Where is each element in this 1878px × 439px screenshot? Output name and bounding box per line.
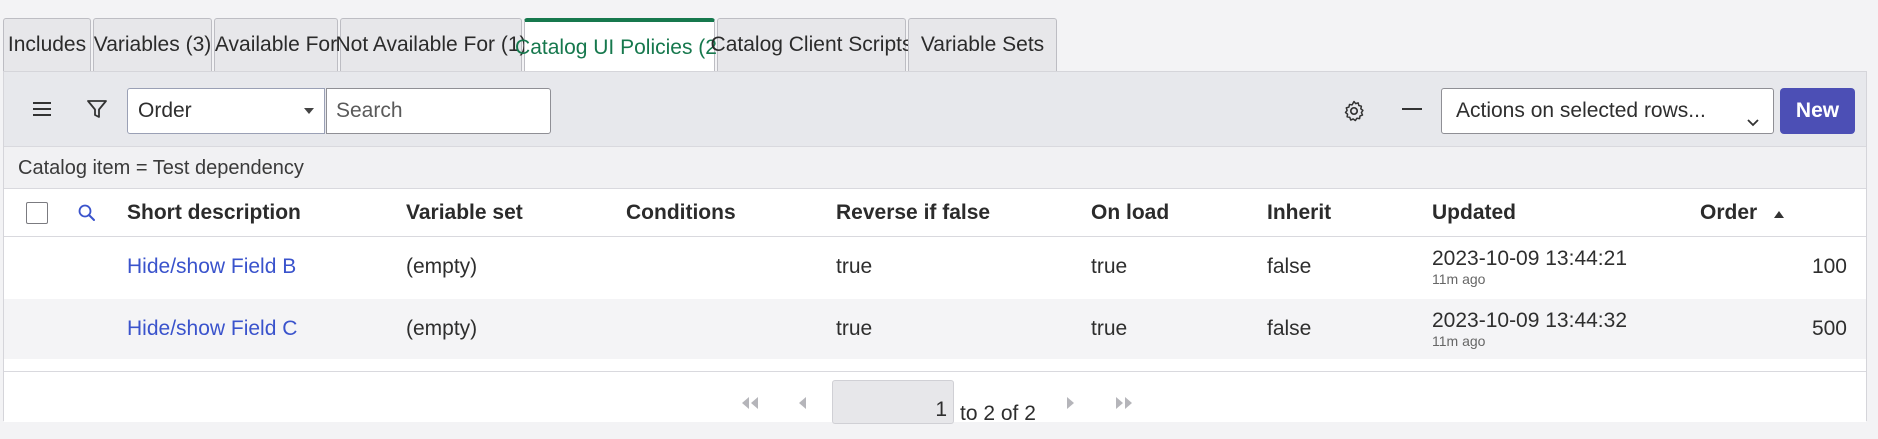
pagination-range-text: to 2 of 2: [960, 402, 1036, 425]
collapse-icon[interactable]: [1395, 92, 1429, 126]
tab-catalog-client-scripts[interactable]: Catalog Client Scripts: [711, 18, 912, 71]
variable-set-cell: (empty): [406, 255, 478, 278]
tab-variables[interactable]: Variables (3): [93, 18, 212, 71]
table-row: Hide/show Field C (empty) true true fals…: [4, 299, 1866, 359]
list-panel: Order Actions on selected rows... New Ca…: [3, 71, 1867, 425]
updated-relative-time: 11m ago: [1432, 333, 1486, 349]
tab-not-available-for[interactable]: Not Available For (1): [335, 18, 527, 71]
column-header-inherit[interactable]: Inherit: [1267, 190, 1331, 236]
reverse-if-false-cell: true: [836, 255, 873, 278]
variable-set-cell: (empty): [406, 317, 478, 340]
list-toolbar: Order Actions on selected rows... New: [4, 72, 1866, 147]
table-row: Hide/show Field B (empty) true true fals…: [4, 237, 1866, 297]
last-page-icon[interactable]: [1114, 396, 1134, 415]
column-header-order[interactable]: Order: [1700, 190, 1785, 236]
short-description-link[interactable]: Hide/show Field B: [127, 237, 296, 297]
tab-includes[interactable]: Includes: [3, 18, 91, 71]
search-input[interactable]: [326, 88, 551, 134]
order-cell: 500: [1811, 317, 1847, 340]
table-header: Short description Variable set Condition…: [4, 190, 1866, 237]
updated-cell: 2023-10-09 13:44:21 11m ago: [1432, 237, 1672, 297]
breadcrumb[interactable]: Catalog item = Test dependency: [4, 147, 1866, 189]
column-header-reverse-if-false[interactable]: Reverse if false: [836, 190, 990, 236]
tab-catalog-ui-policies[interactable]: Catalog UI Policies (2): [515, 18, 724, 73]
column-header-order-label: Order: [1700, 201, 1758, 224]
inherit-cell: false: [1267, 255, 1312, 278]
on-load-cell: true: [1091, 317, 1128, 340]
search-icon[interactable]: [70, 196, 104, 230]
new-button[interactable]: New: [1780, 88, 1855, 134]
actions-on-selected-rows-select[interactable]: Actions on selected rows...: [1441, 88, 1774, 134]
order-cell: 100: [1811, 255, 1847, 278]
actions-select-label: Actions on selected rows...: [1456, 99, 1706, 122]
updated-cell: 2023-10-09 13:44:32 11m ago: [1432, 299, 1672, 359]
on-load-cell: true: [1091, 255, 1128, 278]
column-header-on-load[interactable]: On load: [1091, 190, 1169, 236]
previous-page-icon[interactable]: [797, 396, 807, 415]
caret-down-icon: [304, 108, 314, 114]
column-header-short-description[interactable]: Short description: [127, 190, 301, 236]
select-all-checkbox[interactable]: [26, 202, 48, 224]
updated-timestamp: 2023-10-09 13:44:21: [1432, 247, 1627, 270]
first-page-icon[interactable]: [740, 396, 760, 415]
current-page-input[interactable]: 1: [832, 380, 954, 424]
sort-ascending-icon: [1773, 190, 1785, 236]
tab-available-for[interactable]: Available For: [214, 18, 338, 71]
updated-relative-time: 11m ago: [1432, 271, 1486, 287]
updated-timestamp: 2023-10-09 13:44:32: [1432, 309, 1627, 332]
column-header-updated[interactable]: Updated: [1432, 190, 1516, 236]
inherit-cell: false: [1267, 317, 1312, 340]
list-menu-icon[interactable]: [25, 92, 59, 126]
gear-icon[interactable]: [1337, 94, 1371, 128]
column-header-conditions[interactable]: Conditions: [626, 190, 736, 236]
pagination-bar: 1 to 2 of 2: [4, 371, 1866, 425]
filter-icon[interactable]: [80, 92, 114, 126]
search-field-select-value: Order: [138, 99, 192, 122]
tab-variable-sets[interactable]: Variable Sets: [908, 18, 1057, 71]
short-description-link[interactable]: Hide/show Field C: [127, 299, 297, 359]
reverse-if-false-cell: true: [836, 317, 873, 340]
chevron-down-icon: [1745, 102, 1761, 146]
related-lists-tabs: Includes Variables (3) Available For Not…: [3, 18, 1059, 73]
next-page-icon[interactable]: [1066, 396, 1076, 415]
column-header-variable-set[interactable]: Variable set: [406, 190, 523, 236]
search-field-select[interactable]: Order: [127, 88, 325, 134]
